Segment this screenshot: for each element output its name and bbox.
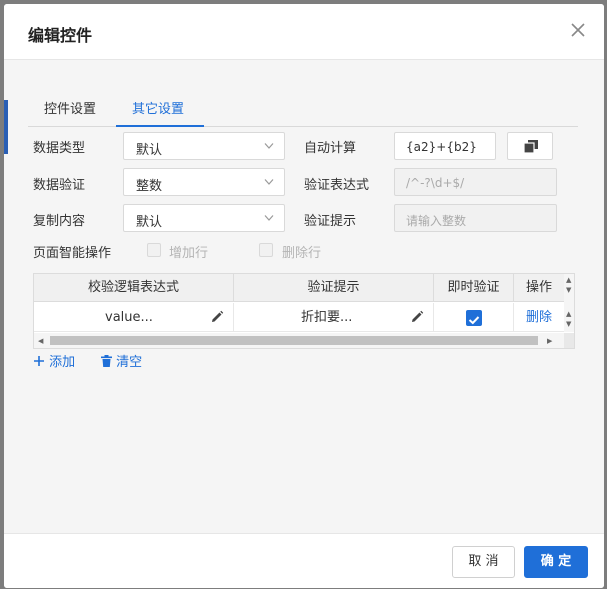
validate-tip-input[interactable]: 请输入整数 <box>394 204 557 232</box>
add-row-checkbox[interactable] <box>147 243 161 257</box>
delete-row-checkbox[interactable] <box>259 243 273 257</box>
plus-icon <box>34 356 44 366</box>
data-type-select[interactable]: 默认 <box>123 132 285 160</box>
column-header[interactable]: 即时验证 <box>434 274 514 302</box>
clear-button[interactable]: 清空 <box>101 351 142 370</box>
column-header[interactable]: 操作 <box>514 274 564 302</box>
scroll-down-icon[interactable]: ▼ <box>566 320 571 328</box>
data-type-value: 默认 <box>136 143 163 158</box>
action-cell: 删除 <box>514 303 564 332</box>
horizontal-scrollbar[interactable]: ◀ ▶ <box>34 333 564 348</box>
chevron-down-icon <box>264 143 274 149</box>
smart-ops-label: 页面智能操作 <box>33 246 112 261</box>
dialog-footer: 取 消 确 定 <box>4 533 604 588</box>
copy-content-label: 复制内容 <box>33 214 86 229</box>
validate-expr-label: 验证表达式 <box>304 178 370 193</box>
chevron-down-icon <box>264 179 274 185</box>
chevron-down-icon <box>264 215 274 221</box>
scrollbar-corner <box>564 333 574 348</box>
data-type-label: 数据类型 <box>33 141 86 156</box>
expr-cell[interactable]: value... <box>34 303 234 332</box>
data-validate-label: 数据验证 <box>33 178 86 193</box>
add-row-label: 增加行 <box>169 246 209 261</box>
ok-button[interactable]: 确 定 <box>524 546 588 578</box>
add-button[interactable]: 添加 <box>33 351 75 370</box>
vertical-scrollbar[interactable]: ▲ ▼ ▲ ▼ <box>564 274 574 332</box>
validate-expr-input[interactable]: /^-?\d+$/ <box>394 168 557 196</box>
close-icon[interactable] <box>568 20 588 40</box>
delete-row-link[interactable]: 删除 <box>526 310 552 325</box>
add-button-label: 添加 <box>49 355 76 370</box>
validate-tip-label: 验证提示 <box>304 214 357 229</box>
horizontal-scroll-thumb[interactable] <box>50 336 538 345</box>
clear-button-label: 清空 <box>116 355 143 370</box>
copy-content-value: 默认 <box>136 215 163 230</box>
copy-content-select[interactable]: 默认 <box>123 204 285 232</box>
scroll-down-icon[interactable]: ▼ <box>566 286 571 294</box>
dialog-header: 编辑控件 <box>4 4 604 60</box>
instant-cell <box>434 303 514 332</box>
pencil-icon[interactable] <box>210 310 224 324</box>
copy-button[interactable] <box>507 132 553 160</box>
tab-other-settings[interactable]: 其它设置 <box>132 98 184 127</box>
scroll-right-icon[interactable]: ▶ <box>547 337 552 345</box>
pencil-icon[interactable] <box>410 310 424 324</box>
data-validate-select[interactable]: 整数 <box>123 168 285 196</box>
check-icon <box>468 316 480 325</box>
table-row: value... 折扣要... 删除 <box>34 303 564 332</box>
auto-calc-label: 自动计算 <box>304 141 357 156</box>
background-strip <box>4 100 8 154</box>
tab-bar: 控件设置 其它设置 <box>28 92 578 127</box>
tab-control-settings[interactable]: 控件设置 <box>44 98 96 127</box>
edit-control-dialog: 编辑控件 控件设置 其它设置 数据类型 默认 自动计算 {a2}+{b2} 数据… <box>4 4 604 588</box>
grid-header: 校验逻辑表达式 验证提示 即时验证 操作 <box>34 274 564 302</box>
expr-cell-text: value... <box>105 310 153 325</box>
instant-validate-checkbox[interactable] <box>466 310 482 326</box>
scroll-left-icon[interactable]: ◀ <box>38 337 43 345</box>
column-header[interactable]: 校验逻辑表达式 <box>34 274 234 302</box>
auto-calc-input[interactable]: {a2}+{b2} <box>394 132 496 160</box>
tip-cell-text: 折扣要... <box>301 310 353 325</box>
scroll-up-icon[interactable]: ▲ <box>566 310 571 318</box>
scroll-up-icon[interactable]: ▲ <box>566 276 571 284</box>
copy-icon <box>524 140 538 153</box>
validation-grid: 校验逻辑表达式 验证提示 即时验证 操作 value... 折扣要... 删除 <box>33 273 575 349</box>
column-header[interactable]: 验证提示 <box>234 274 434 302</box>
tip-cell[interactable]: 折扣要... <box>234 303 434 332</box>
dialog-title: 编辑控件 <box>28 26 93 45</box>
data-validate-value: 整数 <box>136 179 163 194</box>
active-tab-indicator <box>116 125 204 127</box>
trash-icon <box>101 355 112 367</box>
delete-row-label: 删除行 <box>282 246 322 261</box>
cancel-button[interactable]: 取 消 <box>452 546 515 578</box>
